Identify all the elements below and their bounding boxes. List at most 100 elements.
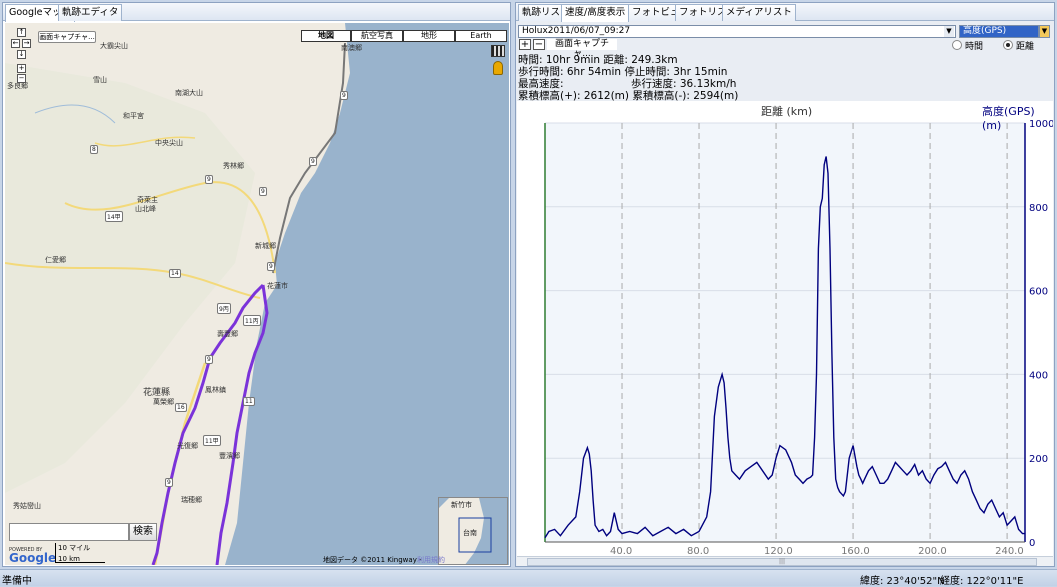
pan-down-button[interactable]: ↓ <box>17 50 26 59</box>
route-badge: 9 <box>259 187 267 196</box>
y-tick-label: 0 <box>1029 538 1035 549</box>
place-label: 山北峰 <box>135 205 156 213</box>
chart-scrollbar[interactable]: ||| <box>517 556 1053 566</box>
y-axis-select[interactable]: 高度(GPS) <box>959 25 1039 38</box>
map-type-satellite[interactable]: 航空写真 <box>351 30 403 42</box>
map-type-map[interactable]: 地図 <box>301 30 351 42</box>
place-label: 壽豐郷 <box>217 330 238 338</box>
tab-speed-altitude[interactable]: 速度/高度表示 <box>561 4 630 22</box>
place-label: 中央尖山 <box>155 139 183 147</box>
sea-area <box>225 23 509 565</box>
route-badge: 9 <box>205 175 213 184</box>
place-label: 新城郷 <box>255 242 276 250</box>
route-badge: 9 <box>267 262 275 271</box>
y-tick-label: 600 <box>1029 287 1048 298</box>
place-label: 南澳郷 <box>341 44 362 52</box>
status-bar: 準備中 緯度: 23°40'52"N 経度: 122°0'11"E <box>0 569 1057 587</box>
track-select-value: Holux2011/06/07_09:27 <box>522 26 631 36</box>
y-axis-select-value: 高度(GPS) <box>963 26 1007 36</box>
altitude-chart[interactable]: 0 200 400 600 800 1000 40.0 80.0 120.0 160.0 200.0… <box>517 101 1053 556</box>
search-input[interactable] <box>9 523 129 541</box>
route-badge: 9 <box>309 157 317 166</box>
status-text: 準備中 <box>2 576 32 587</box>
track-select[interactable]: Holux2011/06/07_09:27 ▼ <box>518 25 956 38</box>
x-tick-label: 200.0 <box>918 546 947 556</box>
radio-distance-label: 距離 <box>1016 42 1035 52</box>
pegman-icon[interactable] <box>493 61 503 75</box>
place-label: 鳳林鎮 <box>205 386 226 394</box>
y-tick-label: 200 <box>1029 454 1048 465</box>
x-tick-label: 40.0 <box>610 546 632 556</box>
map-view[interactable]: 大霸尖山 雪山 和平宮 南湖大山 中央尖山 秀林郷 奇萊主 山北峰 新城郷 仁愛… <box>5 23 509 565</box>
x-tick-label: 120.0 <box>764 546 793 556</box>
x-axis-title: 距離 (km) <box>761 105 813 118</box>
route-badge: 14甲 <box>105 211 123 222</box>
tab-track-editor[interactable]: 軌跡エディタ <box>58 4 123 21</box>
place-label: 秀林郷 <box>223 162 244 170</box>
route-badge: 9 <box>165 478 173 487</box>
pan-right-button[interactable]: → <box>22 39 31 48</box>
scale-km-label: 10 km <box>58 555 81 563</box>
overview-label: 新竹市 <box>451 501 472 509</box>
place-label: 豐濱郷 <box>219 452 240 460</box>
place-label: 和平宮 <box>123 112 144 120</box>
place-label: 大霸尖山 <box>100 42 128 50</box>
search-button[interactable]: 検索 <box>129 523 157 541</box>
map-type-earth[interactable]: Earth <box>455 30 507 42</box>
terms-link[interactable]: 利用規約 <box>417 555 445 565</box>
y-tick-label: 800 <box>1029 203 1048 214</box>
y-tick-label: 400 <box>1029 370 1048 381</box>
route-badge: 8 <box>90 145 98 154</box>
map-capture-button[interactable]: 画面キャプチャ... <box>38 31 96 43</box>
y-axis-dropdown-button[interactable]: ▼ <box>1039 25 1050 38</box>
place-label: 南湖大山 <box>175 89 203 97</box>
route-badge: 9 <box>340 91 348 100</box>
scale-mile-label: 10 マイル <box>58 544 91 552</box>
route-badge: 11 <box>243 397 255 406</box>
place-label: 萬榮郷 <box>153 398 174 406</box>
chart-svg[interactable]: 0200400600800100040.0 80.0 120.0 160.0 200.0… <box>517 101 1053 556</box>
radio-time-label: 時間 <box>965 42 984 52</box>
place-label: 瑞穂郷 <box>181 496 202 504</box>
map-type-terrain[interactable]: 地形 <box>403 30 455 42</box>
chart-tabbar: 軌跡リスト 速度/高度表示 フォトビュー フォトリスト メディアリスト <box>516 3 1054 22</box>
pan-left-button[interactable]: ← <box>11 39 20 48</box>
x-tick-label: 240.0 <box>995 546 1024 556</box>
mountain-area <box>5 63 255 493</box>
place-label: 雪山 <box>93 76 107 84</box>
overview-label: 台南 <box>463 529 477 537</box>
route-badge: 11甲 <box>203 435 221 446</box>
y-axis-title: 高度(GPS)(m) <box>982 105 1035 132</box>
route-badge: 11丙 <box>243 315 261 326</box>
map-canvas[interactable] <box>5 23 509 565</box>
chevron-down-icon[interactable]: ▼ <box>944 26 954 37</box>
chart-capture-button[interactable]: 画面キャプチャ... <box>547 39 617 59</box>
latitude-readout: 緯度: 23°40'52"N <box>860 576 945 587</box>
radio-time[interactable] <box>952 40 962 50</box>
overview-map[interactable]: 台南 新竹市 <box>438 497 508 565</box>
zoom-out-chart-button[interactable]: − <box>533 39 545 50</box>
scale-bar: 10 マイル 10 km <box>55 543 105 563</box>
route-badge: 14 <box>169 269 181 278</box>
place-label: 仁愛郷 <box>45 256 66 264</box>
route-badge: 9 <box>205 355 213 364</box>
route-badge: 16 <box>175 403 187 412</box>
route-badge: 9丙 <box>217 303 231 314</box>
scrollbar-thumb[interactable]: ||| <box>527 558 1037 566</box>
zoom-in-chart-button[interactable]: + <box>519 39 531 50</box>
map-panel: Googleマップ 軌跡エディタ 大霸尖山 雪山 和平宮 南湖大山 中央尖山 秀… <box>2 2 511 567</box>
map-copyright: 地図データ ©2011 Kingway - <box>323 556 422 564</box>
longitude-readout: 経度: 122°0'11"E <box>940 576 1024 587</box>
zoom-out-button[interactable]: − <box>17 74 26 83</box>
tab-media-list[interactable]: メディアリスト <box>722 4 796 21</box>
pan-up-button[interactable]: ↑ <box>17 28 26 37</box>
radio-distance[interactable] <box>1003 40 1013 50</box>
place-label: 花蓮市 <box>267 282 288 290</box>
zoom-in-button[interactable]: + <box>17 64 26 73</box>
film-icon[interactable] <box>491 45 505 57</box>
place-label: 光復郷 <box>177 442 198 450</box>
google-logo: Google <box>9 551 57 565</box>
x-tick-label: 160.0 <box>841 546 870 556</box>
map-tabbar: Googleマップ 軌跡エディタ <box>3 3 510 22</box>
place-label: 秀姑巒山 <box>13 502 41 510</box>
